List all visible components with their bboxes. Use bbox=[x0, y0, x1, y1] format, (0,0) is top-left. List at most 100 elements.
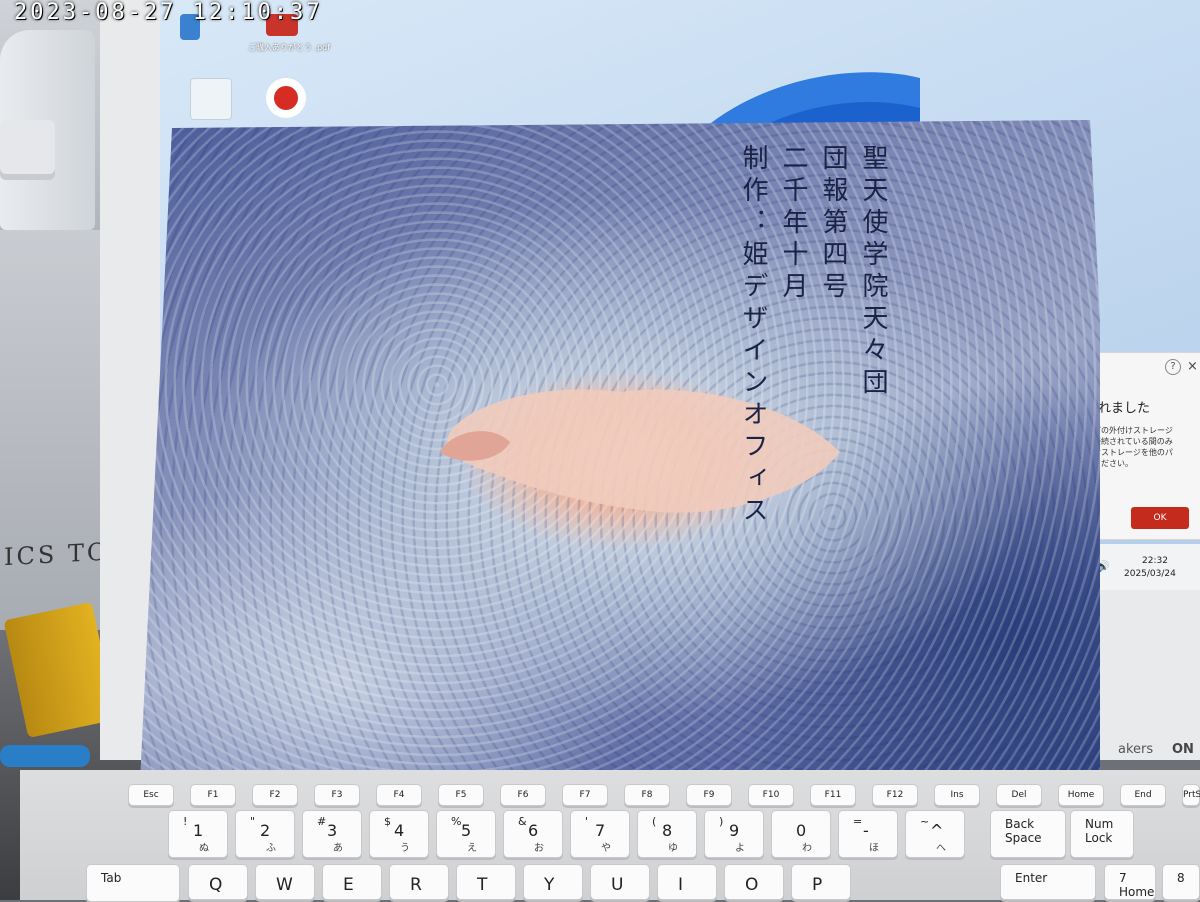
key-12[interactable]: ~ ^ へ bbox=[905, 810, 965, 858]
key-t[interactable]: T bbox=[456, 864, 516, 900]
key-f1[interactable]: F1 bbox=[190, 784, 236, 806]
card-text-column-2: 団報第四号 bbox=[818, 144, 848, 304]
numlock-key[interactable]: Num Lock bbox=[1070, 810, 1134, 858]
key-kana-label: あ bbox=[333, 843, 343, 854]
key-f3[interactable]: F3 bbox=[314, 784, 360, 806]
key-kana-label: お bbox=[534, 843, 544, 854]
backspace-key[interactable]: Back Space bbox=[990, 810, 1066, 858]
key-del[interactable]: Del bbox=[996, 784, 1042, 806]
key-y[interactable]: Y bbox=[523, 864, 583, 900]
key-kana-label: え bbox=[467, 843, 477, 854]
key-prtsc[interactable]: PrtSc bbox=[1182, 784, 1200, 806]
app-shortcut-icon[interactable] bbox=[266, 78, 306, 118]
submerged-figure bbox=[440, 389, 840, 513]
enter-key-label: Enter bbox=[1015, 871, 1048, 885]
numpad-8-key[interactable]: 8 bbox=[1162, 864, 1200, 900]
key-main-label: - bbox=[863, 821, 869, 840]
key-f2[interactable]: F2 bbox=[252, 784, 298, 806]
ok-button[interactable]: OK bbox=[1131, 507, 1189, 529]
key-f9[interactable]: F9 bbox=[686, 784, 732, 806]
key-shift-label: ' bbox=[585, 815, 589, 828]
key-main-label: O bbox=[745, 875, 759, 895]
key-main-label: P bbox=[812, 875, 823, 895]
photo-card: 聖天使学院天々団 団報第四号 二千年十月 制作：姫デザインオフィス bbox=[140, 120, 1100, 782]
card-text-column-1: 聖天使学院天々団 bbox=[858, 144, 888, 400]
key-shift-label: % bbox=[451, 815, 462, 828]
key-f6[interactable]: F6 bbox=[500, 784, 546, 806]
key-main-label: ^ bbox=[930, 821, 944, 840]
key-f5[interactable]: F5 bbox=[438, 784, 484, 806]
key-f8[interactable]: F8 bbox=[624, 784, 670, 806]
key-11[interactable]: = - ほ bbox=[838, 810, 898, 858]
key-home[interactable]: Home bbox=[1058, 784, 1104, 806]
key-main-label: 9 bbox=[729, 821, 740, 840]
key-shift-label: ( bbox=[652, 815, 657, 828]
key-shift-label: $ bbox=[384, 815, 391, 828]
key-main-label: 5 bbox=[461, 821, 472, 840]
key-main-label: 6 bbox=[528, 821, 539, 840]
key-1[interactable]: ! 1 ぬ bbox=[168, 810, 228, 858]
key-f10[interactable]: F10 bbox=[748, 784, 794, 806]
key-u[interactable]: U bbox=[590, 864, 650, 900]
key-main-label: 4 bbox=[394, 821, 405, 840]
dialog-message: などの外付けストレージ に接続されている間のみ 付けストレージを他のパ せくださ… bbox=[1085, 426, 1173, 468]
key-i[interactable]: I bbox=[657, 864, 717, 900]
desktop-icon-label[interactable]: ご購入ありがとう .pdf bbox=[248, 42, 330, 53]
key-main-label: I bbox=[678, 875, 684, 895]
key-6[interactable]: & 6 お bbox=[503, 810, 563, 858]
key-e[interactable]: E bbox=[322, 864, 382, 900]
numpad-8-key-label: 8 bbox=[1177, 871, 1185, 885]
tray-date[interactable]: 2025/03/24 bbox=[1124, 569, 1176, 579]
key-shift-label: ) bbox=[719, 815, 724, 828]
blue-cable bbox=[0, 745, 90, 767]
key-2[interactable]: " 2 ふ bbox=[235, 810, 295, 858]
key-q[interactable]: Q bbox=[188, 864, 248, 900]
key-f7[interactable]: F7 bbox=[562, 784, 608, 806]
key-p[interactable]: P bbox=[791, 864, 851, 900]
key-shift-label: ! bbox=[183, 815, 188, 828]
key-main-label: 2 bbox=[260, 821, 271, 840]
card-text-column-3: 二千年十月 bbox=[778, 144, 808, 304]
key-shift-label: " bbox=[250, 815, 256, 828]
key-kana-label: ゆ bbox=[668, 843, 678, 854]
key-f4[interactable]: F4 bbox=[376, 784, 422, 806]
tray-time[interactable]: 22:32 bbox=[1142, 556, 1168, 566]
key-shift-label: ~ bbox=[920, 815, 930, 828]
numlock-key-label: Num Lock bbox=[1085, 817, 1114, 845]
key-main-label: 1 bbox=[193, 821, 204, 840]
recycle-bin-icon[interactable] bbox=[190, 78, 232, 120]
key-kana-label: よ bbox=[735, 843, 745, 854]
key-kana-label: う bbox=[400, 843, 410, 854]
key-kana-label: ぬ bbox=[199, 843, 209, 854]
tab-key[interactable]: Tab bbox=[86, 864, 180, 902]
key-7[interactable]: ' 7 や bbox=[570, 810, 630, 858]
key-main-label: 3 bbox=[327, 821, 338, 840]
timestamp-overlay: 2023-08-27 12:10:37 bbox=[14, 0, 323, 25]
close-icon[interactable]: × bbox=[1187, 359, 1198, 374]
key-f12[interactable]: F12 bbox=[872, 784, 918, 806]
key-9[interactable]: ) 9 よ bbox=[704, 810, 764, 858]
key-shift-label: # bbox=[317, 815, 327, 828]
key-r[interactable]: R bbox=[389, 864, 449, 900]
key-o[interactable]: O bbox=[724, 864, 784, 900]
key-10[interactable]: 0わ bbox=[771, 810, 831, 858]
key-f11[interactable]: F11 bbox=[810, 784, 856, 806]
key-main-label: Y bbox=[544, 875, 555, 895]
key-kana-label: ほ bbox=[869, 843, 879, 854]
backspace-key-label: Back Space bbox=[1005, 817, 1042, 845]
sticker-text: akers bbox=[1118, 742, 1154, 757]
help-icon[interactable]: ? bbox=[1165, 359, 1181, 375]
key-4[interactable]: $4 う bbox=[369, 810, 429, 858]
key-w[interactable]: W bbox=[255, 864, 315, 900]
key-kana-label: わ bbox=[802, 843, 812, 854]
enter-key[interactable]: Enter bbox=[1000, 864, 1096, 900]
key-ins[interactable]: Ins bbox=[934, 784, 980, 806]
key-esc[interactable]: Esc bbox=[128, 784, 174, 806]
spray-nozzle bbox=[0, 120, 55, 180]
key-end[interactable]: End bbox=[1120, 784, 1166, 806]
key-5[interactable]: % 5 え bbox=[436, 810, 496, 858]
numpad-7-key[interactable]: 7 Home bbox=[1104, 864, 1156, 900]
key-3[interactable]: #3 あ bbox=[302, 810, 362, 858]
key-kana-label: ふ bbox=[266, 843, 276, 854]
key-8[interactable]: (8 ゆ bbox=[637, 810, 697, 858]
